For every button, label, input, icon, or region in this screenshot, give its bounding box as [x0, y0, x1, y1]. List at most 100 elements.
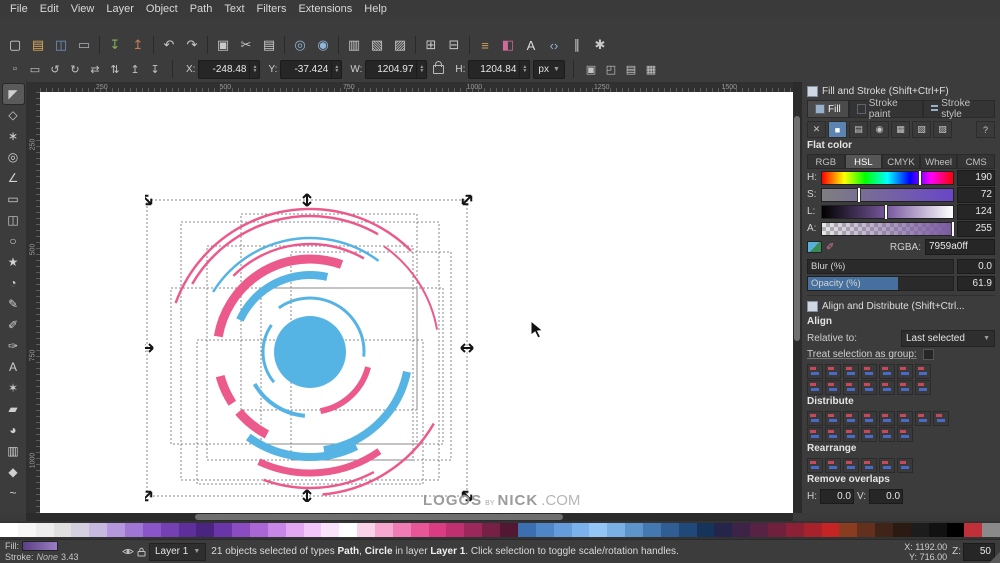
- palette-swatch[interactable]: [35, 523, 54, 537]
- distribute-left-edges[interactable]: [807, 411, 823, 426]
- preferences-icon[interactable]: ✱: [589, 34, 611, 56]
- swatch-icon[interactable]: ▧: [912, 121, 931, 138]
- pattern-icon[interactable]: ▦: [891, 121, 910, 138]
- palette-swatch[interactable]: [642, 523, 661, 537]
- canvas[interactable]: LOGOS BY NICK .COM: [40, 92, 793, 513]
- distribute-bottom-edges[interactable]: [915, 411, 931, 426]
- tab-stroke-style[interactable]: Stroke style: [923, 98, 995, 120]
- palette-swatch[interactable]: [714, 523, 733, 537]
- treat-as-group-checkbox[interactable]: [922, 349, 934, 360]
- menu-extensions[interactable]: Extensions: [292, 2, 358, 16]
- palette-swatch[interactable]: [910, 523, 929, 537]
- text-baselines-vertical[interactable]: [825, 427, 841, 442]
- menu-edit[interactable]: Edit: [34, 2, 65, 16]
- copy-icon[interactable]: ▣: [212, 34, 234, 56]
- box3d-tool[interactable]: ◫: [3, 210, 24, 230]
- undo-icon[interactable]: ↶: [158, 34, 180, 56]
- slider-marker[interactable]: [884, 204, 887, 219]
- lightness-slider[interactable]: [821, 204, 954, 219]
- spray-tool[interactable]: ✶: [3, 378, 24, 398]
- overlap-h-field[interactable]: 0.0: [820, 488, 854, 504]
- overlap-v-field[interactable]: 0.0: [869, 488, 904, 504]
- vertical-scrollbar[interactable]: [793, 82, 801, 513]
- lightness-value[interactable]: 124: [957, 203, 995, 220]
- palette-swatch[interactable]: [214, 523, 233, 537]
- rotate-ccw-icon[interactable]: ↺: [46, 60, 64, 78]
- palette-swatch[interactable]: [339, 523, 358, 537]
- distribute-right-edges[interactable]: [843, 411, 859, 426]
- flat-color-icon[interactable]: ■: [828, 121, 847, 138]
- tab-fill[interactable]: Fill: [807, 100, 849, 117]
- calligraphy-tool[interactable]: ✑: [3, 336, 24, 356]
- stroke-indicator-value[interactable]: None: [37, 552, 59, 562]
- pencil-tool[interactable]: ✎: [3, 294, 24, 314]
- spin-arrows-icon[interactable]: ▲ ▼: [249, 60, 259, 78]
- blur-value[interactable]: 0.0: [957, 258, 995, 274]
- ellipse-tool[interactable]: ○: [3, 231, 24, 251]
- opacity-slider[interactable]: Opacity (%): [807, 275, 954, 291]
- distribute-horizontal-gaps[interactable]: [861, 411, 877, 426]
- palette-swatch[interactable]: [321, 523, 340, 537]
- spin-arrows-icon[interactable]: ▲ ▼: [331, 60, 341, 78]
- align-dialog-header[interactable]: Align and Distribute (Shift+Ctrl...: [807, 295, 995, 314]
- rotate-cw-icon[interactable]: ↻: [66, 60, 84, 78]
- width-field-value[interactable]: 1204.97: [366, 64, 416, 75]
- unknown-paint-icon[interactable]: ▨: [933, 121, 952, 138]
- palette-swatch[interactable]: [89, 523, 108, 537]
- alpha-value[interactable]: 255: [957, 220, 995, 237]
- distribute-centers-horizontally[interactable]: [825, 411, 841, 426]
- spiral-tool[interactable]: ◔: [3, 273, 24, 293]
- menu-filters[interactable]: Filters: [251, 2, 293, 16]
- menu-help[interactable]: Help: [358, 2, 393, 16]
- scale-corners-toggle[interactable]: ◰: [602, 60, 620, 78]
- palette-swatch[interactable]: [500, 523, 518, 537]
- blur-slider[interactable]: Blur (%): [807, 258, 954, 274]
- tab-cmyk[interactable]: CMYK: [882, 154, 920, 169]
- align-top-edges[interactable]: [825, 380, 841, 395]
- tab-cms[interactable]: CMS: [957, 154, 995, 169]
- horizontal-scrollbar[interactable]: [26, 513, 793, 521]
- palette-swatch[interactable]: [410, 523, 429, 537]
- layer-lock-icon[interactable]: [137, 547, 146, 557]
- hue-slider[interactable]: [821, 170, 954, 185]
- zoom-drawing-icon[interactable]: ◎: [289, 34, 311, 56]
- align-top-to-bottom-edge[interactable]: [879, 380, 895, 395]
- tab-rgb[interactable]: RGB: [807, 154, 845, 169]
- palette-swatch[interactable]: [803, 523, 822, 537]
- redo-icon[interactable]: ↷: [181, 34, 203, 56]
- tab-wheel[interactable]: Wheel: [919, 154, 958, 169]
- connector-tool[interactable]: ~: [3, 483, 24, 503]
- distribute-vertical-gaps[interactable]: [933, 411, 949, 426]
- palette-swatch[interactable]: [446, 523, 465, 537]
- align-left-edges[interactable]: [825, 364, 841, 379]
- paint-help-icon[interactable]: ?: [976, 121, 995, 138]
- scale-stroke-toggle[interactable]: ▣: [582, 60, 600, 78]
- x-field-value[interactable]: -248.48: [199, 64, 249, 75]
- duplicate-icon[interactable]: ▥: [343, 34, 365, 56]
- palette-swatch[interactable]: [0, 523, 18, 537]
- align-bottom-to-top-edge[interactable]: [807, 380, 823, 395]
- move-gradients-toggle[interactable]: ▤: [622, 60, 640, 78]
- rectangle-tool[interactable]: ▭: [3, 189, 24, 209]
- layer-visibility-icon[interactable]: [122, 547, 134, 556]
- palette-swatch[interactable]: [428, 523, 447, 537]
- palette-swatch[interactable]: [892, 523, 911, 537]
- distribute-centers-vertically[interactable]: [897, 411, 913, 426]
- palette-swatch[interactable]: [142, 523, 161, 537]
- tab-hsl[interactable]: HSL: [844, 154, 883, 169]
- align-left-to-right-edge[interactable]: [879, 364, 895, 379]
- align-vertical-node[interactable]: [915, 380, 931, 395]
- saturation-slider[interactable]: [821, 187, 954, 202]
- center-on-horizontal-axis[interactable]: [843, 380, 859, 395]
- slider-marker[interactable]: [952, 221, 954, 236]
- palette-swatch[interactable]: [964, 523, 983, 537]
- center-on-vertical-axis[interactable]: [843, 364, 859, 379]
- distribute-top-edges[interactable]: [879, 411, 895, 426]
- scrollbar-thumb[interactable]: [794, 116, 800, 341]
- unit-dropdown[interactable]: px ▼: [533, 59, 565, 79]
- hue-value[interactable]: 190: [957, 169, 995, 186]
- layers-dialog-icon[interactable]: ≡: [474, 34, 496, 56]
- paste-icon[interactable]: ▤: [258, 34, 280, 56]
- text-dialog-icon[interactable]: A: [520, 34, 542, 56]
- zoom-tool[interactable]: ◎: [3, 147, 24, 167]
